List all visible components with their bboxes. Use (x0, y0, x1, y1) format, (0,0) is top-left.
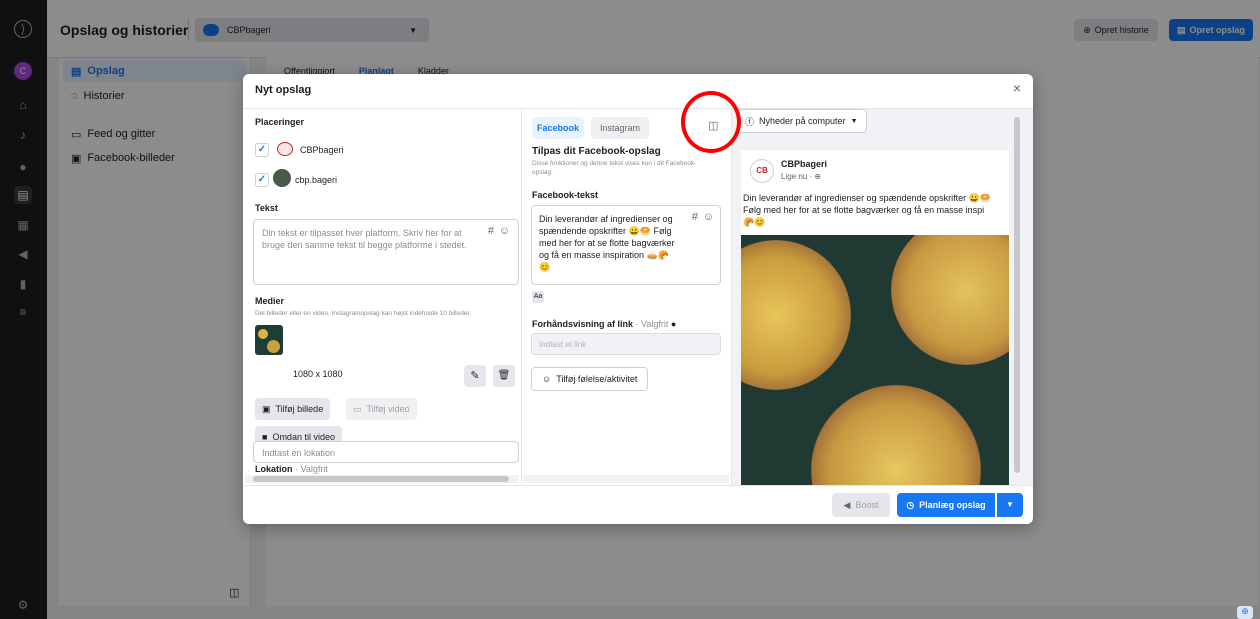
smiley-icon: ☺ (542, 374, 552, 384)
media-thumbnail[interactable] (255, 325, 283, 355)
photo-icon: ▣ (262, 403, 271, 414)
facebook-text-input[interactable]: Din leverandør af ingredienser og spænde… (531, 205, 721, 285)
location-label: Lokation · Valgfrit (255, 464, 328, 474)
pencil-icon: ✎ (470, 370, 480, 382)
text-label: Tekst (255, 203, 278, 213)
preview-text: Din leverandør af ingredienser og spænde… (743, 193, 992, 227)
help-icon[interactable]: ⊕ (1237, 606, 1253, 619)
compose-column: Placeringer ✓ CBPbageri ✓ cbp.bageri Tek… (243, 109, 521, 486)
link-input[interactable]: Indtast et link (531, 333, 721, 355)
schedule-post-button[interactable]: ◷ Planlæg opslag (897, 493, 995, 517)
emoji-icon[interactable]: ☺ (499, 225, 510, 237)
add-photo-button[interactable]: ▣ Tilføj billede (255, 398, 331, 420)
close-icon[interactable]: × (1013, 80, 1021, 96)
preview-image (741, 235, 1009, 486)
text-format-icon[interactable]: Aa (532, 291, 544, 303)
page-avatar: CB (750, 159, 774, 183)
schedule-options-dropdown[interactable]: ▼ (997, 493, 1023, 517)
checkbox-facebook[interactable]: ✓ (255, 143, 269, 157)
facebook-icon: ⓕ (745, 116, 755, 127)
chevron-down-icon: ▼ (850, 117, 858, 125)
preview-page-name: CBPbageri (781, 159, 828, 169)
tab-facebook[interactable]: Facebook (532, 117, 584, 139)
platform-customize-column: Facebook Instagram ◫ Tilpas dit Facebook… (521, 109, 731, 486)
hashtag-icon[interactable]: # (692, 211, 698, 223)
customize-title: Tilpas dit Facebook-opslag (532, 146, 661, 157)
preview-timestamp: Lige nu · ⊕ (781, 172, 822, 181)
add-video-button[interactable]: ▭ Tilføj video (346, 398, 417, 420)
globe-icon: ⊕ (814, 172, 822, 181)
location-input[interactable]: Indtast en lokation (253, 441, 519, 463)
left-horizontal-scrollbar[interactable] (245, 475, 519, 483)
preview-column: ⓕ Nyheder på computer ▼ CB CBPbageri Lige … (731, 109, 1033, 486)
video-icon: ▭ (353, 403, 362, 414)
preview-placement-select[interactable]: ⓕ Nyheder på computer ▼ (737, 109, 867, 133)
hashtag-icon[interactable]: # (488, 225, 494, 237)
checkbox-instagram[interactable]: ✓ (255, 173, 269, 187)
clock-icon: ◷ (906, 499, 915, 510)
info-icon: ● (670, 319, 677, 329)
highlight-circle (681, 91, 741, 153)
instagram-avatar (273, 169, 291, 187)
dialog-title: Nyt opslag (255, 84, 312, 96)
tab-instagram[interactable]: Instagram (591, 117, 649, 139)
account-facebook-name: CBPbageri (300, 145, 344, 155)
media-hint: Del billeder eller en video. Instagramop… (255, 310, 472, 317)
placements-label: Placeringer (255, 117, 305, 127)
post-preview: CB CBPbageri Lige nu · ⊕ Din leverandør … (741, 150, 1009, 486)
facebook-text-label: Facebook-tekst (532, 190, 599, 200)
feeling-activity-button[interactable]: ☺ Tilføj følelse/aktivitet (531, 367, 649, 391)
preview-scrollbar[interactable] (1014, 117, 1020, 473)
footer-divider (243, 485, 1033, 486)
customize-hint: Disse funktioner og denne tekst vises ku… (532, 160, 697, 176)
middle-horizontal-scrollbar[interactable] (523, 475, 729, 483)
boost-button[interactable]: ◀ Boost (832, 493, 890, 517)
delete-media-button[interactable]: 🗑 (493, 365, 515, 387)
media-label: Medier (255, 296, 285, 306)
text-input[interactable]: Din tekst er tilpasset hver platform. Sk… (253, 219, 519, 285)
account-instagram-name: cbp.bageri (295, 175, 338, 185)
link-preview-label: Forhåndsvisning af link · Valgfrit ● (532, 319, 677, 329)
new-post-dialog: Nyt opslag × Placeringer ✓ CBPbageri ✓ c… (243, 74, 1033, 524)
media-dimensions: 1080 x 1080 (293, 369, 343, 379)
megaphone-icon: ◀ (843, 499, 851, 510)
facebook-page-avatar (277, 142, 293, 156)
chevron-down-icon: ▼ (1006, 500, 1014, 509)
edit-media-button[interactable]: ✎ (464, 365, 486, 387)
trash-icon: 🗑 (497, 370, 511, 381)
emoji-icon[interactable]: ☺ (703, 211, 714, 223)
